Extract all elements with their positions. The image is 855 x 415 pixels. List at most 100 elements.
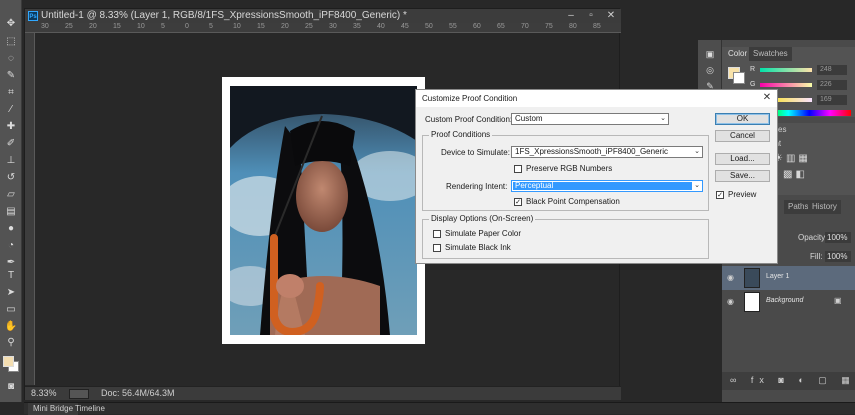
fill-field[interactable]: 100% (825, 251, 851, 262)
zoom-tool-icon[interactable]: ⚲ (4, 337, 18, 349)
ruler-tick: 75 (545, 23, 553, 30)
eye-icon[interactable]: ◉ (727, 297, 734, 306)
tools-panel: ✥ ⬚ ◌ ✎ ⌗ ⁄ ✚ ✐ ⊥ ↺ ▱ ▤ ● ◔ ✒ T ➤ ▭ ✋ ⚲ … (0, 0, 22, 402)
paper-color-label: Simulate Paper Color (445, 229, 522, 238)
ruler-tick: 20 (89, 23, 97, 30)
background-color-swatch[interactable] (733, 72, 745, 84)
preserve-rgb-label: Preserve RGB Numbers (526, 164, 613, 173)
tab-color[interactable]: Color (724, 47, 752, 61)
chevron-down-icon: ⌄ (692, 181, 702, 191)
ruler-tick: 35 (353, 23, 361, 30)
brush-tool-icon[interactable]: ✐ (4, 138, 18, 150)
move-tool-icon[interactable]: ✥ (4, 18, 18, 30)
layer-name: Layer 1 (766, 273, 790, 280)
ruler-tick: 10 (137, 23, 145, 30)
blue-value-field[interactable]: 169 (817, 95, 847, 105)
layer-row-background[interactable]: ◉ Background ▣ (722, 290, 855, 314)
paper-color-checkbox[interactable] (433, 230, 441, 238)
path-selection-tool-icon[interactable]: ➤ (4, 287, 18, 299)
status-bar: 8.33% Doc: 56.4M/64.3M (25, 386, 621, 400)
opacity-field[interactable]: 100% (825, 232, 851, 243)
healing-brush-tool-icon[interactable]: ✚ (4, 121, 18, 133)
canvas-image (222, 77, 425, 344)
channel-label: G (750, 81, 756, 88)
custom-condition-label: Custom Proof Condition: (425, 115, 513, 124)
restore-icon[interactable]: ▫ (585, 10, 597, 22)
ruler-tick: 60 (473, 23, 481, 30)
tab-swatches[interactable]: Swatches (749, 47, 792, 61)
status-menu-button[interactable] (69, 389, 89, 399)
blur-tool-icon[interactable]: ● (4, 223, 18, 235)
customize-proof-dialog: Customize Proof Condition ✕ Custom Proof… (415, 89, 778, 264)
type-tool-icon[interactable]: T (4, 270, 18, 282)
eyedropper-tool-icon[interactable]: ⁄ (4, 104, 18, 116)
ruler-tick: 5 (209, 23, 213, 30)
eraser-tool-icon[interactable]: ▱ (4, 189, 18, 201)
channel-label: R (750, 66, 756, 73)
adjustment-icons-row1[interactable]: ☀▥▦ (774, 153, 854, 165)
dialog-titlebar[interactable]: Customize Proof Condition ✕ (416, 90, 777, 107)
tab-timeline[interactable]: Timeline (70, 403, 110, 415)
horizontal-ruler[interactable]: 30 25 20 15 10 5 0 5 10 15 20 25 30 35 4… (25, 23, 621, 33)
vertical-ruler[interactable] (25, 33, 35, 385)
clone-stamp-tool-icon[interactable]: ⊥ (4, 155, 18, 167)
zoom-level[interactable]: 8.33% (31, 388, 57, 398)
ruler-tick: 10 (233, 23, 241, 30)
marquee-tool-icon[interactable]: ⬚ (4, 36, 18, 48)
document-tab[interactable]: Ps Untitled-1 @ 8.33% (Layer 1, RGB/8/1F… (25, 9, 621, 23)
quick-mask-icon[interactable]: ◙ (4, 381, 18, 393)
properties-panel-icon[interactable]: ◎ (703, 64, 717, 76)
cancel-button[interactable]: Cancel (715, 130, 770, 142)
device-select[interactable]: 1FS_XpressionsSmooth_iPF8400_Generic ⌄ (511, 146, 703, 158)
adjustment-icons-row2[interactable]: ◐▩◧ (774, 169, 854, 181)
save-button[interactable]: Save... (715, 170, 770, 182)
rectangle-tool-icon[interactable]: ▭ (4, 304, 18, 316)
fill-label: Fill: (810, 252, 823, 261)
history-brush-tool-icon[interactable]: ↺ (4, 172, 18, 184)
red-slider[interactable] (760, 68, 812, 72)
preview-checkbox[interactable]: ✓ (716, 191, 724, 199)
eye-icon[interactable]: ◉ (727, 273, 734, 282)
crop-tool-icon[interactable]: ⌗ (4, 87, 18, 99)
foreground-color-swatch[interactable] (3, 356, 14, 367)
black-ink-checkbox[interactable] (433, 244, 441, 252)
red-value-field[interactable]: 248 (817, 65, 847, 75)
green-value-field[interactable]: 226 (817, 80, 847, 90)
preview-label: Preview (728, 190, 757, 199)
pen-tool-icon[interactable]: ✒ (4, 257, 18, 269)
close-icon[interactable]: ✕ (761, 92, 773, 104)
opacity-label: Opacity: (798, 233, 828, 242)
layers-bottom-icons[interactable]: ∞ fx ◙ ◐ ▢ ▦ ▥ (722, 372, 855, 390)
preserve-rgb-checkbox[interactable] (514, 165, 522, 173)
layer-row-layer-1[interactable]: ◉ Layer 1 (722, 266, 855, 290)
custom-condition-value: Custom (515, 114, 543, 123)
green-slider[interactable] (760, 83, 812, 87)
ruler-tick: 50 (425, 23, 433, 30)
ruler-tick: 25 (305, 23, 313, 30)
gradient-tool-icon[interactable]: ▤ (4, 206, 18, 218)
close-icon[interactable]: ✕ (605, 10, 617, 22)
document-title: Untitled-1 @ 8.33% (Layer 1, RGB/8/1FS_X… (41, 10, 407, 21)
photoshop-doc-icon: Ps (28, 11, 38, 21)
chevron-down-icon: ⌄ (660, 115, 666, 122)
history-panel-icon[interactable]: ▣ (703, 48, 717, 60)
tab-history[interactable]: History (808, 200, 841, 214)
quick-select-tool-icon[interactable]: ✎ (4, 70, 18, 82)
intent-select[interactable]: Perceptual ⌄ (511, 180, 703, 192)
load-button[interactable]: Load... (715, 153, 770, 165)
hand-tool-icon[interactable]: ✋ (4, 321, 18, 333)
device-label: Device to Simulate: (441, 148, 510, 157)
lasso-tool-icon[interactable]: ◌ (4, 53, 18, 65)
ruler-tick: 30 (329, 23, 337, 30)
layer-name: Background (766, 297, 804, 304)
ruler-tick: 20 (281, 23, 289, 30)
ok-button[interactable]: OK (715, 113, 770, 125)
minimize-icon[interactable]: – (565, 10, 577, 22)
ruler-tick: 40 (377, 23, 385, 30)
lock-icon: ▣ (834, 296, 842, 305)
black-point-checkbox[interactable]: ✓ (514, 198, 522, 206)
dodge-tool-icon[interactable]: ◔ (4, 240, 18, 252)
ruler-tick: 65 (497, 23, 505, 30)
proof-conditions-group: Proof Conditions Device to Simulate: 1FS… (422, 130, 709, 211)
custom-condition-select[interactable]: Custom ⌄ (511, 113, 669, 125)
